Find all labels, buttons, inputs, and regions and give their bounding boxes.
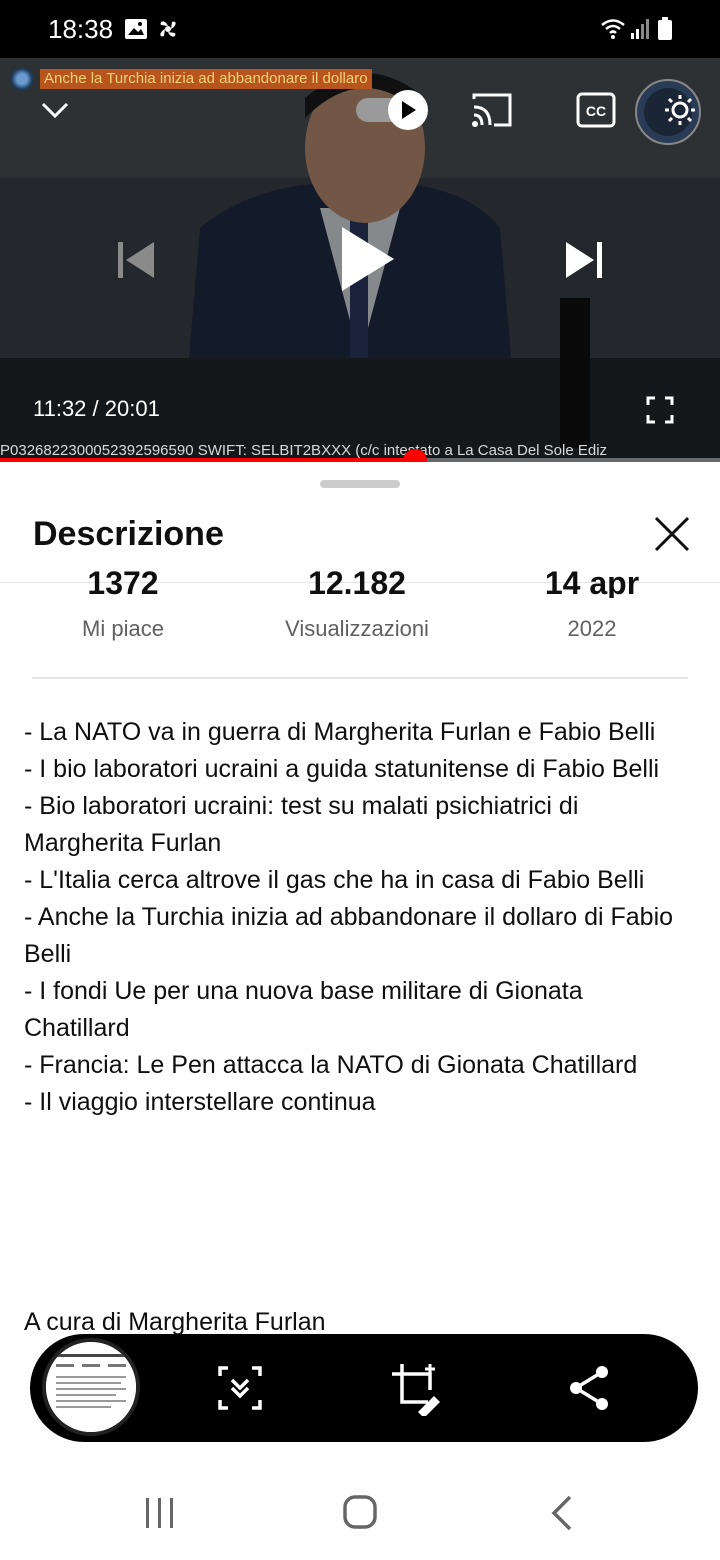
stat-views: 12.182 Visualizzazioni	[240, 570, 474, 642]
stat-value: 14 apr	[544, 570, 640, 598]
previous-icon[interactable]	[116, 240, 156, 280]
stat-label: Visualizzazioni	[285, 616, 429, 641]
description-text: - La NATO va in guerra di Margherita Fur…	[24, 714, 694, 1121]
chevron-down-icon[interactable]	[38, 92, 72, 126]
back-icon[interactable]	[548, 1494, 576, 1532]
fan-icon	[160, 21, 176, 37]
system-nav-bar	[0, 1470, 720, 1560]
description-line: - La NATO va in guerra di Margherita Fur…	[24, 718, 656, 746]
stat-likes: 1372 Mi piace	[6, 570, 240, 642]
stat-date: 14 apr 2022	[475, 570, 709, 642]
stat-label: 2022	[567, 616, 617, 641]
description-line: - Bio laboratori ucraini: test su malati…	[24, 792, 579, 857]
status-time: 18:38	[48, 14, 114, 44]
description-line: - Francia: Le Pen attacca la NATO di Gio…	[24, 1051, 638, 1079]
screenshot-preview[interactable]	[42, 1338, 140, 1436]
home-icon[interactable]	[342, 1494, 378, 1530]
playback-time: 11:32 / 20:01	[33, 396, 160, 421]
description-line: - Anche la Turchia inizia ad abbandonare…	[24, 903, 674, 968]
svg-text:CC: CC	[586, 103, 606, 119]
battery-icon	[658, 17, 672, 40]
share-icon[interactable]	[562, 1360, 618, 1416]
scroll-capture-icon[interactable]	[212, 1360, 268, 1416]
video-overlay-title: Anche la Turchia inizia ad abbandonare i…	[40, 69, 372, 89]
description-line: - I bio laboratori ucraini a guida statu…	[24, 755, 660, 783]
settings-gear-icon[interactable]	[634, 78, 702, 146]
sheet-title: Descrizione	[33, 515, 224, 553]
wifi-icon	[601, 19, 625, 39]
stat-value: 1372	[87, 570, 159, 598]
cast-icon[interactable]	[470, 91, 514, 129]
description-line: - I fondi Ue per una nuova base militare…	[24, 977, 583, 1042]
crop-edit-icon[interactable]	[388, 1360, 444, 1416]
stats-divider	[32, 677, 688, 679]
description-line: - L'Italia cerca altrove il gas che ha i…	[24, 866, 645, 894]
channel-watermark	[10, 67, 34, 91]
stat-value: 12.182	[308, 570, 406, 598]
signal-icon	[631, 19, 649, 39]
status-bar: 18:38	[0, 0, 720, 58]
recent-apps-icon[interactable]	[144, 1496, 176, 1530]
drag-handle[interactable]	[320, 480, 400, 488]
captions-icon[interactable]: CC	[576, 91, 616, 129]
screenshot-preview-image	[46, 1342, 136, 1432]
close-icon[interactable]	[648, 510, 696, 558]
autoplay-toggle[interactable]	[356, 90, 430, 130]
description-line: - Il viaggio interstellare continua	[24, 1088, 376, 1116]
next-icon[interactable]	[564, 240, 604, 280]
stat-label: Mi piace	[82, 616, 164, 641]
fullscreen-icon[interactable]	[646, 396, 674, 424]
gallery-icon	[125, 19, 147, 39]
video-player[interactable]: Anche la Turchia inizia ad abbandonare i…	[0, 58, 720, 462]
play-icon[interactable]	[336, 224, 396, 294]
